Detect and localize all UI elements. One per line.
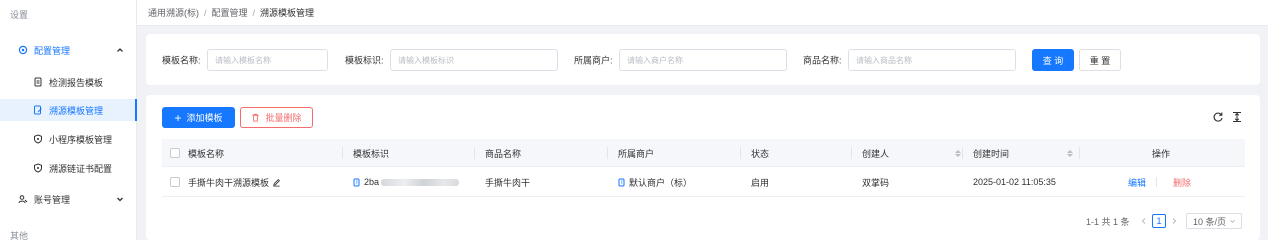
column-header-product: 商品名称: [485, 148, 522, 159]
redacted-id: [381, 178, 460, 186]
table-row: 手撕牛肉干溯源模板 2ba 手撕牛肉干 默认商户（标） 启用 双掌码 2025-…: [162, 167, 1245, 197]
select-all-checkbox[interactable]: [170, 148, 180, 158]
column-divider: [474, 147, 475, 159]
product-label: 商品名称:: [803, 55, 842, 66]
row-status: 启用: [751, 177, 770, 188]
refresh-icon[interactable]: [1212, 111, 1224, 123]
sidebar-group-label: 账号管理: [34, 194, 71, 205]
sidebar-section-other: 其他: [10, 231, 29, 240]
add-template-button[interactable]: + 添加模板: [162, 107, 235, 128]
pagination-summary: 1-1 共 1 条: [1086, 216, 1130, 227]
chevron-up-icon: [115, 45, 125, 55]
breadcrumb-current: 溯源模板管理: [260, 8, 315, 18]
column-divider: [342, 147, 343, 159]
sidebar-item-chain-certificate[interactable]: 溯源链证书配置: [0, 157, 137, 179]
column-header-status: 状态: [751, 148, 770, 159]
sidebar: 设置 配置管理 检测报告模板 溯源模板管理 小程序模板管理 溯源链证书配置 账号…: [0, 0, 137, 240]
sidebar-item-report-template[interactable]: 检测报告模板: [0, 71, 137, 93]
gear-icon: [18, 45, 28, 55]
delete-link[interactable]: 删除: [1173, 167, 1191, 197]
copy-icon[interactable]: [353, 178, 361, 187]
merchant-text: 默认商户（标）: [629, 177, 693, 188]
sidebar-item-label: 检测报告模板: [49, 77, 104, 88]
breadcrumb: 通用溯源(标) / 配置管理 / 溯源模板管理: [137, 0, 1268, 26]
product-input[interactable]: 请输入商品名称: [848, 49, 1016, 71]
column-divider: [740, 147, 741, 159]
sidebar-group-config[interactable]: 配置管理: [0, 39, 137, 61]
sort-created-at-icon[interactable]: [1067, 139, 1073, 167]
sort-creator-icon[interactable]: [955, 139, 961, 167]
reset-button[interactable]: 重 置: [1079, 49, 1121, 71]
batch-delete-button[interactable]: 批量删除: [240, 107, 313, 128]
action-divider: [1156, 177, 1157, 187]
users-icon: [18, 194, 28, 204]
next-page-icon[interactable]: [1170, 213, 1178, 229]
sidebar-item-label: 小程序模板管理: [49, 134, 113, 145]
row-merchant: 默认商户（标）: [618, 167, 692, 197]
sidebar-item-trace-template[interactable]: 溯源模板管理: [0, 99, 137, 121]
column-header-created-at: 创建时间: [973, 148, 1010, 159]
chevron-down-icon: [1229, 218, 1236, 225]
template-name-label: 模板名称:: [162, 55, 201, 66]
breadcrumb-item[interactable]: 通用溯源(标): [148, 6, 199, 19]
chevron-down-icon: [115, 194, 125, 204]
edit-link[interactable]: 编辑: [1128, 167, 1146, 197]
document-icon: [33, 77, 43, 87]
column-header-actions: 操作: [1152, 148, 1171, 159]
prev-page-icon[interactable]: [1140, 213, 1148, 229]
column-header-id: 模板标识: [353, 148, 390, 159]
shield-icon: [33, 134, 43, 144]
template-id-input[interactable]: 请输入模板标识: [390, 49, 558, 71]
breadcrumb-separator: /: [252, 7, 256, 18]
column-divider: [851, 147, 852, 159]
sidebar-header: 设置: [10, 10, 29, 20]
column-header-merchant: 所属商户: [618, 148, 655, 159]
add-template-label: 添加模板: [186, 113, 223, 123]
row-created-at: 2025-01-02 11:05:35: [973, 177, 1056, 187]
breadcrumb-separator: /: [204, 7, 207, 18]
shield-icon: [33, 163, 43, 173]
merchant-icon: [618, 178, 626, 187]
trash-icon: [251, 113, 260, 122]
row-template-id: 2ba: [353, 167, 460, 197]
column-divider: [607, 147, 608, 159]
sidebar-group-label: 配置管理: [34, 45, 71, 56]
column-divider: [962, 147, 963, 159]
column-header-name: 模板名称: [188, 148, 225, 159]
table-panel: + 添加模板 批量删除 模板名称 模板标识 商品名称 所属商户 状态 创建人 创…: [146, 95, 1260, 240]
filter-panel: 模板名称: 请输入模板名称 模板标识: 请输入模板标识 所属商户: 请输入商户名…: [146, 34, 1260, 85]
column-divider: [1079, 147, 1080, 159]
row-template-name: 手撕牛肉干溯源模板: [188, 167, 281, 197]
row-checkbox[interactable]: [170, 177, 180, 187]
breadcrumb-item[interactable]: 配置管理: [212, 6, 248, 19]
column-height-icon[interactable]: [1231, 111, 1243, 123]
sidebar-item-label: 溯源链证书配置: [49, 163, 113, 174]
batch-delete-label: 批量删除: [265, 113, 302, 123]
merchant-input[interactable]: 请输入商户名称: [619, 49, 787, 71]
row-creator: 双掌码: [862, 177, 890, 188]
page-1-button[interactable]: 1: [1152, 214, 1166, 228]
page-size-value: 10 条/页: [1193, 216, 1227, 227]
merchant-label: 所属商户:: [574, 55, 613, 66]
sidebar-item-miniprogram-template[interactable]: 小程序模板管理: [0, 128, 137, 150]
sidebar-item-label: 溯源模板管理: [49, 105, 104, 116]
pencil-icon[interactable]: [272, 178, 281, 187]
sidebar-group-account[interactable]: 账号管理: [0, 188, 137, 210]
row-product: 手撕牛肉干: [485, 177, 531, 188]
template-name-text: 手撕牛肉干溯源模板: [188, 177, 270, 188]
column-header-creator: 创建人: [862, 148, 890, 159]
template-name-input[interactable]: 请输入模板名称: [207, 49, 328, 71]
page-size-select[interactable]: 10 条/页: [1186, 213, 1242, 229]
plus-icon: +: [174, 110, 182, 125]
query-button[interactable]: 查 询: [1032, 49, 1074, 71]
edit-document-icon: [33, 105, 43, 115]
template-id-label: 模板标识:: [345, 55, 384, 66]
template-id-text: 2ba: [364, 177, 380, 187]
table-header: 模板名称 模板标识 商品名称 所属商户 状态 创建人 创建时间 操作: [162, 139, 1245, 167]
